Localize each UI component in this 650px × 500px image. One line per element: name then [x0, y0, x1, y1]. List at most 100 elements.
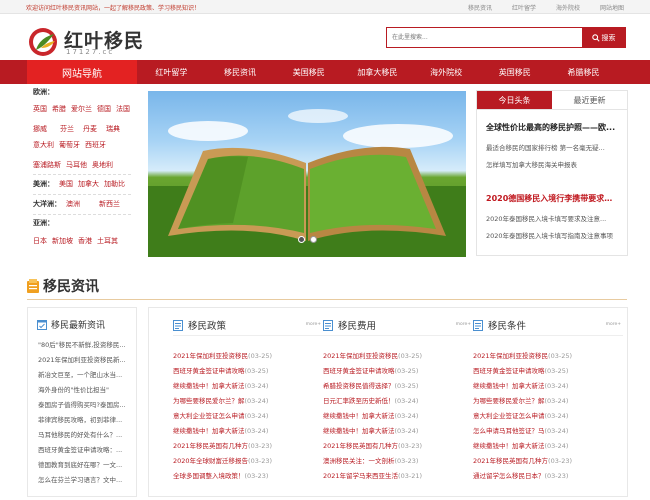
region-link[interactable]: 希腊 [52, 104, 66, 114]
region-link[interactable]: 澳洲 [66, 199, 80, 209]
table-row[interactable]: 2021年保加利亚投资移民(03-25) [473, 350, 623, 360]
nav-item-study[interactable]: 红叶留学 [137, 60, 206, 84]
table-row[interactable]: 继续撒钱中！加拿大新法(03-24) [473, 440, 623, 450]
region-link[interactable]: 英国 [33, 104, 47, 114]
table-row[interactable]: 2021年留学马来西亚生活(03-21) [323, 470, 473, 480]
region-link[interactable]: 爱尔兰 [71, 104, 92, 114]
region-link[interactable]: 法国 [116, 104, 130, 114]
list-item[interactable]: 泰国房子值得购买吗?泰国房... [38, 399, 132, 409]
row-title[interactable]: 继续撒钱中！加拿大新法 [173, 427, 245, 435]
region-link[interactable]: 土耳其 [97, 236, 118, 246]
row-title[interactable]: 2021年留学马来西亚生活 [323, 472, 398, 480]
table-row[interactable]: 2021年移民英国有几种方(03-23) [323, 440, 473, 450]
region-link[interactable]: 新西兰 [99, 199, 120, 209]
more-link[interactable]: more+ [456, 322, 471, 327]
region-link[interactable]: 塞浦路斯 [33, 160, 61, 170]
news-link[interactable]: 2020年泰国移民入境卡填写指南及注意事项 [486, 230, 618, 240]
news-link[interactable]: 最适合移民的国家排行榜 第一名毫无疑... [486, 142, 618, 152]
list-item[interactable]: 菲律宾移民攻略，初到菲律... [38, 414, 132, 424]
top-link-news[interactable]: 移民资讯 [458, 3, 502, 12]
row-title[interactable]: 2020年全球财富迁移报告 [173, 457, 248, 465]
region-link[interactable]: 瑞典 [106, 124, 120, 134]
table-row[interactable]: 2021年保加利亚投资移民(03-25) [173, 350, 323, 360]
table-row[interactable]: 希腊投资移民值得选择？(03-25) [323, 380, 473, 390]
region-link[interactable]: 挪威 [33, 124, 47, 134]
table-row[interactable]: 西班牙黄金签证申请攻略(03-25) [323, 365, 473, 375]
table-row[interactable]: 通过留学怎么移民日本？(03-23) [473, 470, 623, 480]
row-title[interactable]: 意大利企业签证怎么申请 [473, 412, 545, 420]
row-title[interactable]: 为哪些要移民爱尔兰？解 [173, 397, 245, 405]
table-row[interactable]: 日元汇率跌至历史新低！(03-24) [323, 395, 473, 405]
row-title[interactable]: 意大利企业签证怎么申请 [173, 412, 245, 420]
row-title[interactable]: 继续撒钱中！加拿大新法 [473, 442, 545, 450]
news-link[interactable]: 2020年泰国移民入境卡填写要求及注意... [486, 213, 618, 223]
table-row[interactable]: 2021年保加利亚投资移民(03-25) [323, 350, 473, 360]
region-link[interactable]: 意大利 [33, 140, 54, 150]
region-link[interactable]: 新加坡 [52, 236, 73, 246]
row-title[interactable]: 西班牙黄金签证申请攻略 [323, 367, 395, 375]
region-link[interactable]: 德国 [97, 104, 111, 114]
nav-item-canada[interactable]: 加拿大移民 [343, 60, 412, 84]
banner-slider[interactable] [148, 91, 466, 257]
table-row[interactable]: 继续撒钱中！加拿大新法(03-24) [173, 425, 323, 435]
logo-icon[interactable] [27, 26, 61, 58]
row-title[interactable]: 澳洲移民关注：一文剖析 [323, 457, 395, 465]
nav-guide[interactable]: 网站导航 [27, 60, 137, 84]
row-title[interactable]: 怎么申请马耳他签证？马 [473, 427, 545, 435]
region-link[interactable]: 葡萄牙 [59, 140, 80, 150]
list-item[interactable]: 西班牙黄金签证申请攻略：... [38, 444, 132, 454]
table-row[interactable]: 西班牙黄金签证申请攻略(03-25) [173, 365, 323, 375]
list-item[interactable]: "80后"移民不新鲜,投资移民... [38, 339, 132, 349]
region-link[interactable]: 日本 [33, 236, 47, 246]
table-row[interactable]: 继续撒钱中！加拿大新法(03-24) [473, 380, 623, 390]
list-item[interactable]: 德国教育到底好在哪？一文... [38, 459, 132, 469]
row-title[interactable]: 继续撒钱中！加拿大新法 [173, 382, 245, 390]
table-row[interactable]: 2021年移民英国有几种方(03-23) [173, 440, 323, 450]
tab-headlines[interactable]: 今日头条 [477, 91, 552, 109]
row-title[interactable]: 继续撒钱中！加拿大新法 [473, 382, 545, 390]
row-title[interactable]: 2021年移民英国有几种方 [473, 457, 548, 465]
headline-link[interactable]: 2020德国移民入境行李携带要求一... [486, 193, 618, 204]
list-item[interactable]: 2021年保加利亚投资移民新... [38, 354, 132, 364]
region-link[interactable]: 加勒比 [104, 179, 125, 189]
more-link[interactable]: more+ [306, 322, 321, 327]
table-row[interactable]: 2020年全球财富迁移报告(03-23) [173, 455, 323, 465]
table-row[interactable]: 全球多国调整入境政策！(03-23) [173, 470, 323, 480]
search-input[interactable] [387, 28, 582, 47]
row-title[interactable]: 2021年保加利亚投资移民 [323, 352, 398, 360]
row-title[interactable]: 2021年移民英国有几种方 [323, 442, 398, 450]
table-row[interactable]: 为哪些要移民爱尔兰？解(03-24) [173, 395, 323, 405]
tab-recent[interactable]: 最近更新 [552, 91, 627, 109]
row-title[interactable]: 西班牙黄金签证申请攻略 [473, 367, 545, 375]
row-title[interactable]: 2021年保加利亚投资移民 [473, 352, 548, 360]
region-link[interactable]: 美国 [59, 179, 73, 189]
row-title[interactable]: 全球多国调整入境政策！ [173, 472, 245, 480]
region-link[interactable]: 马耳他 [66, 160, 87, 170]
region-link[interactable]: 香港 [78, 236, 92, 246]
slider-dot-active[interactable] [309, 236, 317, 243]
row-title[interactable]: 通过留学怎么移民日本？ [473, 472, 545, 480]
headline-link[interactable]: 全球性价比最高的移民护照——欧... [486, 122, 618, 133]
table-row[interactable]: 继续撒钱中！加拿大新法(03-24) [323, 410, 473, 420]
row-title[interactable]: 继续撒钱中！加拿大新法 [323, 412, 395, 420]
top-link-study[interactable]: 红叶留学 [502, 3, 546, 12]
nav-item-usa[interactable]: 美国移民 [274, 60, 343, 84]
table-row[interactable]: 为哪些要移民爱尔兰？解(03-24) [473, 395, 623, 405]
table-row[interactable]: 西班牙黄金签证申请攻略(03-25) [473, 365, 623, 375]
nav-item-uk[interactable]: 英国移民 [480, 60, 549, 84]
top-link-sitemap[interactable]: 网站地图 [590, 3, 634, 12]
nav-item-news[interactable]: 移民资讯 [206, 60, 275, 84]
region-link[interactable]: 丹麦 [83, 124, 97, 134]
row-title[interactable]: 2021年保加利亚投资移民 [173, 352, 248, 360]
table-row[interactable]: 意大利企业签证怎么申请(03-24) [173, 410, 323, 420]
region-link[interactable]: 奥地利 [92, 160, 113, 170]
row-title[interactable]: 希腊投资移民值得选择？ [323, 382, 395, 390]
region-link[interactable]: 加拿大 [78, 179, 99, 189]
list-item[interactable]: 新冶文巨至，一个肥山水当... [38, 369, 132, 379]
table-row[interactable]: 2021年移民英国有几种方(03-23) [473, 455, 623, 465]
more-link[interactable]: more+ [606, 322, 621, 327]
region-link[interactable]: 西班牙 [85, 140, 106, 150]
table-row[interactable]: 怎么申请马耳他签证？马(03-24) [473, 425, 623, 435]
slider-dot[interactable] [297, 236, 305, 243]
table-row[interactable]: 继续撒钱中！加拿大新法(03-24) [173, 380, 323, 390]
